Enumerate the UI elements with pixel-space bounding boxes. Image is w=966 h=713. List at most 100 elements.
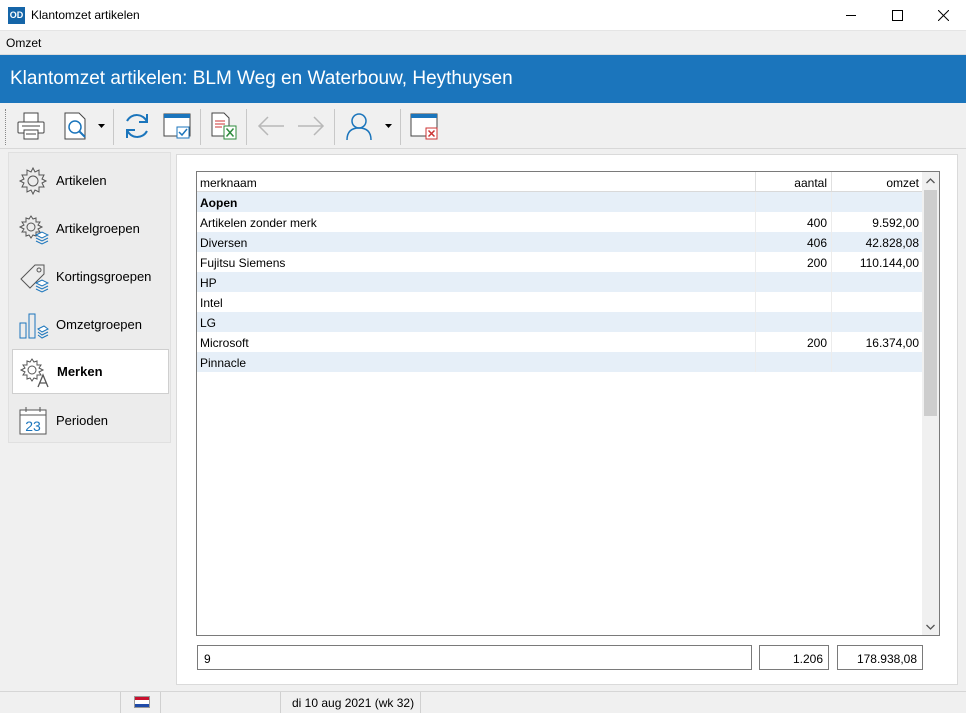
close-window-button[interactable] — [405, 107, 443, 145]
toolbar — [0, 103, 966, 149]
close-icon — [937, 10, 949, 21]
customer-dropdown[interactable] — [383, 107, 395, 145]
status-bar: di 10 aug 2021 (wk 32) — [0, 691, 966, 713]
cell-aantal — [755, 292, 831, 312]
page-title: Klantomzet artikelen: BLM Weg en Waterbo… — [10, 68, 513, 89]
close-button[interactable] — [920, 0, 966, 31]
table-row[interactable]: Diversen 406 42.828,08 — [197, 232, 923, 252]
maximize-button[interactable] — [874, 0, 920, 31]
forward-button[interactable] — [292, 107, 330, 145]
table-row[interactable]: Pinnacle — [197, 352, 923, 372]
cell-aantal — [755, 312, 831, 332]
close-window-icon — [410, 113, 438, 140]
back-button[interactable] — [252, 107, 290, 145]
calendar-icon: 23 — [16, 404, 50, 438]
gear-brand-icon — [17, 355, 51, 389]
app-icon: OD — [8, 7, 25, 24]
cell-aantal: 406 — [755, 232, 831, 252]
sidebar-item-artikelgroepen[interactable]: Artikelgroepen — [12, 206, 169, 251]
sidebar-item-perioden[interactable]: 23 Perioden — [12, 398, 169, 443]
gear-stack-icon — [16, 212, 50, 246]
toolbar-grip[interactable] — [5, 109, 8, 145]
cell-merknaam: HP — [200, 276, 217, 290]
gear-icon — [16, 164, 50, 198]
sidebar-item-label: Perioden — [56, 413, 109, 428]
scroll-down-arrow[interactable] — [922, 618, 939, 635]
print-preview-dropdown[interactable] — [96, 107, 108, 145]
cell-merknaam: Microsoft — [200, 336, 249, 350]
sidebar: Artikelen Artikelgroepen Kortingsgroepen — [8, 152, 171, 443]
sidebar-item-artikelen[interactable]: Artikelen — [12, 158, 169, 203]
toolbar-separator — [113, 109, 114, 145]
cell-merknaam: Fujitsu Siemens — [200, 256, 286, 270]
brands-grid: merknaam aantal omzet Aopen Artikelen zon… — [196, 171, 940, 636]
total-aantal-field: 1.206 — [759, 645, 829, 670]
print-preview-button[interactable] — [56, 107, 94, 145]
export-excel-button[interactable] — [204, 107, 242, 145]
cell-merknaam: Diversen — [200, 236, 248, 250]
cell-aantal: 200 — [755, 332, 831, 352]
select-window-button[interactable] — [158, 107, 196, 145]
refresh-icon — [126, 114, 148, 138]
vertical-scrollbar[interactable] — [922, 172, 939, 635]
header-banner: Klantomzet artikelen: BLM Weg en Waterbo… — [0, 55, 966, 103]
status-cell-language[interactable] — [121, 692, 161, 713]
select-window-icon — [163, 113, 191, 139]
column-header-merknaam[interactable]: merknaam — [200, 172, 755, 191]
grid-body: Aopen Artikelen zonder merk 400 9.592,00 Div… — [197, 192, 923, 372]
column-header-omzet[interactable]: omzet — [831, 172, 923, 191]
refresh-button[interactable] — [118, 107, 156, 145]
sidebar-item-omzetgroepen[interactable]: Omzetgroepen — [12, 302, 169, 347]
forward-arrow-icon — [298, 116, 325, 136]
cell-omzet: 16.374,00 — [831, 332, 923, 352]
chevron-down-icon — [926, 624, 935, 630]
table-row[interactable]: Intel — [197, 292, 923, 312]
status-date: di 10 aug 2021 (wk 32) — [292, 696, 415, 710]
cell-aantal — [755, 192, 831, 212]
print-button[interactable] — [12, 107, 50, 145]
window-title: Klantomzet artikelen — [31, 8, 140, 22]
cell-omzet — [831, 312, 923, 332]
cell-merknaam: LG — [200, 316, 217, 330]
grid-header: merknaam aantal omzet — [197, 172, 923, 192]
netherlands-flag-icon — [134, 696, 150, 708]
sidebar-item-kortingsgroepen[interactable]: Kortingsgroepen — [12, 254, 169, 299]
cell-merknaam: Aopen — [200, 196, 238, 210]
toolbar-separator — [334, 109, 335, 145]
sidebar-item-label: Artikelgroepen — [56, 221, 140, 236]
minimize-icon — [845, 15, 856, 16]
back-arrow-icon — [257, 116, 284, 136]
table-row[interactable]: HP — [197, 272, 923, 292]
toolbar-separator — [200, 109, 201, 145]
cell-aantal: 400 — [755, 212, 831, 232]
cell-aantal — [755, 272, 831, 292]
sidebar-item-label: Artikelen — [56, 173, 107, 188]
scroll-up-arrow[interactable] — [922, 172, 939, 189]
scroll-thumb[interactable] — [924, 190, 937, 416]
table-row[interactable]: LG — [197, 312, 923, 332]
minimize-button[interactable] — [828, 0, 874, 31]
customer-button[interactable] — [340, 107, 378, 145]
sidebar-item-merken[interactable]: Merken — [12, 349, 169, 394]
table-row[interactable]: Fujitsu Siemens 200 110.144,00 — [197, 252, 923, 272]
export-excel-icon — [211, 112, 237, 140]
cell-aantal: 200 — [755, 252, 831, 272]
cell-omzet: 110.144,00 — [831, 252, 923, 272]
column-header-aantal[interactable]: aantal — [755, 172, 831, 191]
table-row[interactable]: Microsoft 200 16.374,00 — [197, 332, 923, 352]
menu-omzet[interactable]: Omzet — [6, 36, 41, 50]
status-cell-date: di 10 aug 2021 (wk 32) — [281, 692, 421, 713]
maximize-icon — [891, 10, 903, 21]
cell-merknaam: Pinnacle — [200, 356, 247, 370]
cell-aantal — [755, 352, 831, 372]
customer-icon — [346, 113, 372, 141]
menu-bar: Omzet — [0, 31, 966, 55]
toolbar-separator — [246, 109, 247, 145]
table-row[interactable]: Aopen — [197, 192, 923, 212]
cell-omzet: 42.828,08 — [831, 232, 923, 252]
printer-icon — [17, 112, 45, 140]
status-cell — [0, 692, 121, 713]
cell-merknaam: Intel — [200, 296, 223, 310]
table-row[interactable]: Artikelen zonder merk 400 9.592,00 — [197, 212, 923, 232]
cell-omzet — [831, 352, 923, 372]
